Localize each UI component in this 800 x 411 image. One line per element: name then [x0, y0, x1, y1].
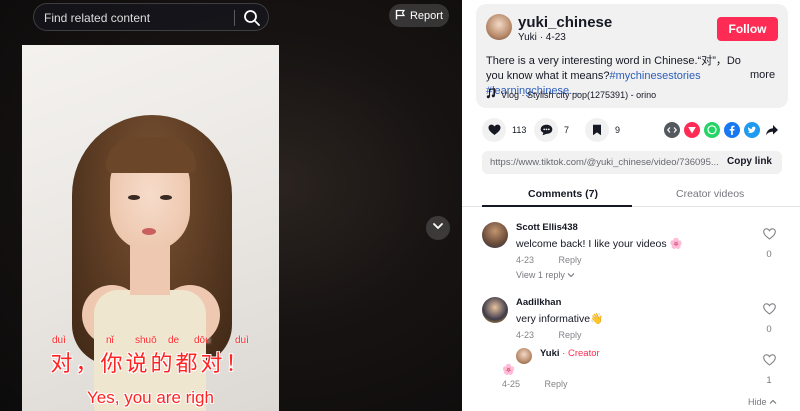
details-panel: yuki_chinese Yuki · 4-23 Follow There is… — [462, 0, 800, 411]
search-divider — [234, 10, 235, 26]
comment-text: very informative👋 — [516, 313, 604, 325]
pinyin-syllable: shuō — [135, 335, 157, 346]
search-icon[interactable] — [243, 9, 261, 27]
commenter-avatar[interactable] — [482, 297, 508, 323]
like-action[interactable]: 113 — [482, 118, 526, 142]
reply-button[interactable]: Reply — [559, 330, 582, 340]
reply-like-count: 1 — [766, 375, 772, 386]
music-label: Vlog · Stylish city pop(1275391) - orino — [501, 89, 657, 100]
share-arrow-icon[interactable] — [764, 122, 780, 138]
view-replies-label: View 1 reply — [516, 270, 565, 280]
save-count: 9 — [615, 125, 621, 135]
comment-action[interactable]: 7 — [534, 118, 569, 142]
music-row[interactable]: Vlog · Stylish city pop(1275391) - orino — [486, 88, 656, 101]
chevron-down-icon — [567, 270, 575, 280]
report-label: Report — [409, 9, 444, 22]
commenter-name[interactable]: Scott Ellis438 — [516, 222, 578, 233]
english-subtitle: Yes, you are righ — [87, 388, 214, 407]
like-count: 113 — [512, 125, 527, 135]
comment-icon[interactable] — [534, 118, 558, 142]
comment-date: 4-23 — [516, 330, 535, 340]
heart-icon[interactable] — [482, 118, 506, 142]
comment-text: welcome back! I like your videos 🌸 — [516, 238, 683, 250]
chinese-subtitle: 对，你说的都对！ — [50, 352, 251, 377]
report-button[interactable]: Report — [389, 4, 449, 27]
active-tab-indicator — [482, 205, 632, 207]
chevron-up-icon — [769, 397, 777, 407]
save-action[interactable]: 9 — [585, 118, 620, 142]
pinyin-syllable: dōu — [194, 335, 211, 346]
comment-meta: 4-23 Reply — [516, 330, 582, 340]
music-note-icon — [486, 88, 496, 101]
bookmark-icon[interactable] — [585, 118, 609, 142]
more-button[interactable]: more — [750, 69, 775, 81]
video-url[interactable]: https://www.tiktok.com/@yuki_chinese/vid… — [490, 157, 720, 168]
facebook-icon[interactable] — [724, 122, 740, 138]
whatsapp-icon[interactable] — [704, 122, 720, 138]
copy-link-button[interactable]: Copy link — [727, 156, 772, 167]
video-subject-eye — [160, 195, 172, 200]
author-nickname: Yuki — [518, 32, 537, 43]
comment-like-count: 0 — [766, 249, 772, 260]
flag-icon — [395, 9, 406, 23]
next-video-button[interactable] — [426, 216, 450, 240]
comment-count: 7 — [564, 125, 570, 135]
tab-creator-videos[interactable]: Creator videos — [676, 188, 744, 200]
comment-meta: 4-23 Reply — [516, 255, 582, 265]
reply-date: 4-25 — [502, 379, 521, 389]
heart-outline-icon[interactable] — [760, 353, 778, 371]
tab-bar: Comments (7) Creator videos — [462, 180, 800, 207]
creator-badge: · Creator — [559, 348, 600, 359]
pinyin-syllable: nǐ — [106, 335, 114, 346]
tab-comments[interactable]: Comments (7) — [528, 188, 598, 200]
heart-outline-icon[interactable] — [760, 302, 778, 320]
send-icon[interactable] — [684, 122, 700, 138]
reply-text: 🌸 — [502, 364, 516, 376]
video-subject-mouth — [142, 228, 156, 235]
reply-button[interactable]: Reply — [545, 379, 568, 389]
pinyin-syllable: duì — [235, 335, 249, 346]
author-avatar[interactable] — [486, 14, 512, 40]
author-username[interactable]: yuki_chinese — [518, 14, 612, 31]
heart-outline-icon[interactable] — [760, 227, 778, 245]
video-subject-eye — [128, 195, 140, 200]
embed-icon[interactable] — [664, 122, 680, 138]
comment-date: 4-23 — [516, 255, 535, 265]
view-replies-button[interactable]: View 1 reply — [516, 270, 575, 280]
chevron-down-icon — [431, 219, 445, 238]
replier-name[interactable]: Yuki · Creator — [540, 348, 600, 359]
reply-meta: 4-25 Reply — [502, 379, 568, 389]
video-info-card: yuki_chinese Yuki · 4-23 Follow There is… — [476, 4, 788, 108]
replier-avatar[interactable] — [516, 348, 532, 364]
hide-label: Hide — [748, 397, 767, 407]
search-bar[interactable]: Find related content — [33, 3, 269, 31]
video-player[interactable]: duì nǐ shuō de dōu duì 对，你说的都对！ Yes, you… — [0, 0, 462, 411]
commenter-name[interactable]: Aadilkhan — [516, 297, 561, 308]
pinyin-syllable: duì — [52, 335, 66, 346]
replier-username: Yuki — [540, 348, 560, 359]
author-subline: Yuki · 4-23 — [518, 32, 566, 43]
reply-button[interactable]: Reply — [559, 255, 582, 265]
post-date: 4-23 — [545, 32, 566, 43]
link-box: https://www.tiktok.com/@yuki_chinese/vid… — [482, 151, 782, 174]
video-frame[interactable]: duì nǐ shuō de dōu duì 对，你说的都对！ Yes, you… — [22, 45, 279, 411]
pinyin-syllable: de — [168, 335, 180, 346]
video-subject-neck — [130, 245, 170, 295]
follow-button[interactable]: Follow — [717, 17, 778, 41]
comment-like-count: 0 — [766, 324, 772, 335]
commenter-avatar[interactable] — [482, 222, 508, 248]
hide-replies-button[interactable]: Hide — [748, 397, 777, 407]
search-input[interactable]: Find related content — [44, 11, 150, 25]
video-subject-bangs — [106, 137, 196, 173]
action-bar: 113 7 9 — [476, 118, 788, 142]
twitter-icon[interactable] — [744, 122, 760, 138]
